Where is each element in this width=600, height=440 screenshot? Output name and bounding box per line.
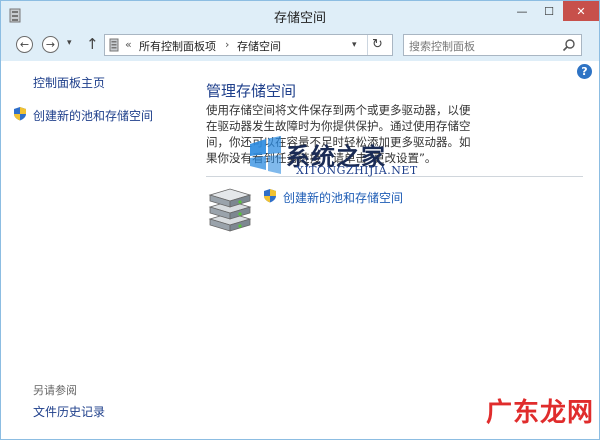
breadcrumb-all-items[interactable]: 所有控制面板项 — [139, 38, 216, 54]
breadcrumb-arrow-icon[interactable]: › — [225, 38, 229, 51]
search-input[interactable]: 搜索控制面板 — [403, 34, 582, 56]
recent-locations-dropdown[interactable]: ▾ — [67, 38, 72, 48]
storage-drives-icon — [208, 188, 252, 232]
title-bar: 存储空间 — ☐ ✕ — [1, 1, 599, 30]
breadcrumb-overflow-icon[interactable]: « — [125, 38, 132, 51]
page-description: 使用存储空间将文件保存到两个或更多驱动器，以便在驱动器发生故障时为你提供保护。通… — [206, 103, 471, 165]
help-icon[interactable]: ? — [577, 64, 592, 79]
address-divider — [367, 35, 368, 55]
navigation-bar: ← → ▾ ↑ « 所有控制面板项 › 存储空间 ▾ ↻ 搜索控制面板 — [1, 30, 599, 61]
back-button[interactable]: ← — [16, 36, 33, 53]
uac-shield-icon — [14, 107, 26, 121]
create-pool-link[interactable]: 创建新的池和存储空间 — [283, 189, 403, 206]
sidebar-item-file-history[interactable]: 文件历史记录 — [33, 403, 105, 420]
minimize-button[interactable]: — — [509, 1, 535, 21]
address-dropdown-icon[interactable]: ▾ — [352, 40, 357, 50]
forward-button[interactable]: → — [42, 36, 59, 53]
search-icon[interactable] — [562, 38, 576, 52]
sidebar-item-control-panel-home[interactable]: 控制面板主页 — [33, 74, 105, 91]
control-panel-window: 存储空间 — ☐ ✕ ← → ▾ ↑ « 所有控制面板项 › 存储空间 ▾ ↻ … — [0, 0, 600, 440]
divider — [206, 176, 583, 177]
corner-watermark: 广东龙网 — [486, 398, 595, 428]
control-panel-icon — [109, 38, 119, 52]
up-button[interactable]: ↑ — [86, 35, 99, 53]
search-placeholder: 搜索控制面板 — [409, 40, 475, 53]
page-title: 管理存储空间 — [206, 82, 297, 100]
see-also-heading: 另请参阅 — [33, 384, 77, 397]
breadcrumb-storage-spaces[interactable]: 存储空间 — [237, 38, 281, 54]
address-bar[interactable]: « 所有控制面板项 › 存储空间 ▾ ↻ — [104, 34, 393, 56]
refresh-button[interactable]: ↻ — [372, 37, 383, 52]
uac-shield-icon — [264, 189, 276, 203]
sidebar-item-create-pool[interactable]: 创建新的池和存储空间 — [33, 107, 153, 124]
close-button[interactable]: ✕ — [563, 1, 599, 21]
maximize-button[interactable]: ☐ — [536, 1, 562, 21]
